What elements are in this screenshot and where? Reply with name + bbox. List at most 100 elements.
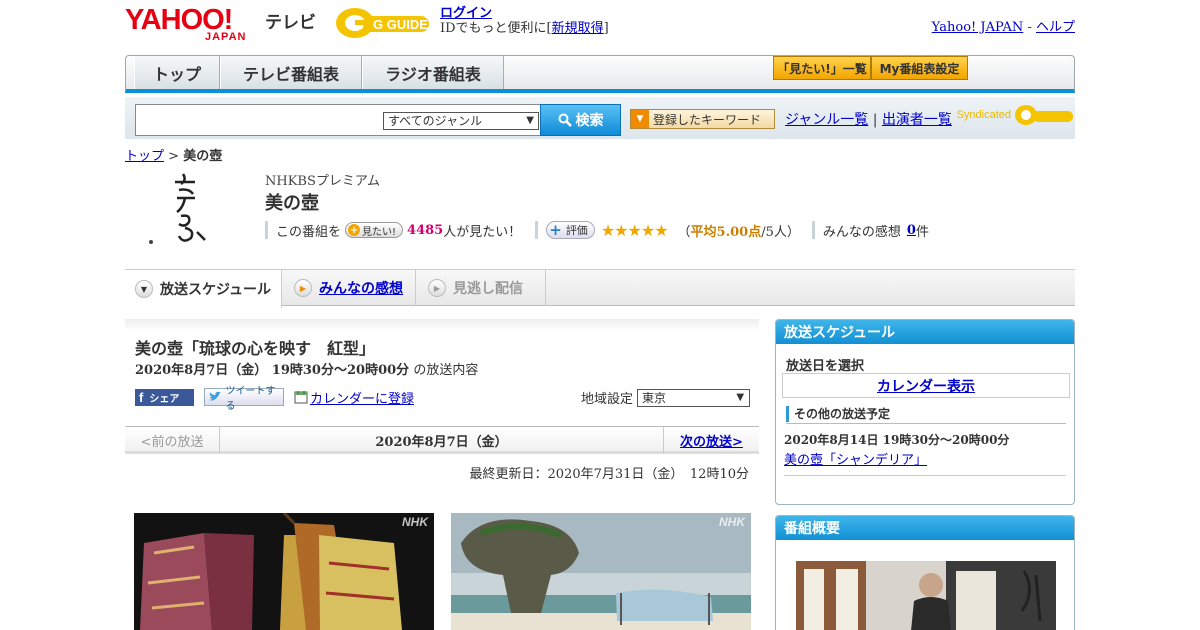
genre-select-value: すべてのジャンル — [388, 114, 483, 128]
twitter-bird-icon — [208, 391, 222, 401]
keyword-button[interactable]: ▼ 登録したキーワード — [630, 109, 775, 129]
syndicated-logo: Syndicated — [957, 103, 1075, 127]
episode-photo-kimono: NHK — [134, 513, 434, 630]
divider — [784, 475, 1066, 476]
tab-top[interactable]: トップ — [134, 56, 220, 89]
search-bar: すべてのジャンル ▼ 検索 ▼ 登録したキーワード ジャンル一覧 | 出演者一覧… — [125, 97, 1075, 139]
region-select-value: 東京 — [642, 390, 667, 405]
program-stats: この番組を + 見たい! 4485 人が見たい！ + 評価 ★★★★★ （平均5.0… — [265, 220, 929, 240]
tab-radio-schedule[interactable]: ラジオ番組表 — [362, 56, 504, 89]
kimono-photo-image — [134, 513, 434, 630]
genre-list-link[interactable]: ジャンル一覧 — [785, 112, 868, 128]
tab-tv-schedule[interactable]: テレビ番組表 — [220, 56, 362, 89]
program-summary-photo — [796, 561, 1056, 630]
tweet-label: ツイートする — [225, 386, 276, 412]
tab-catchup-label: 見逃し配信 — [453, 281, 523, 297]
rate-button[interactable]: + 評価 — [546, 221, 595, 239]
chevron-right-icon: ▶ — [428, 279, 446, 297]
impressions-label: みんなの感想 — [822, 224, 901, 240]
gguide-mini-logo-icon — [1015, 105, 1073, 125]
share-buttons: f シェア ツイートする カレンダーに登録 — [135, 386, 414, 412]
mitai-button-label: 見たい! — [362, 226, 397, 238]
coast-photo-image — [451, 513, 751, 630]
other-broadcast-datetime: 2020年8月14日 19時30分～20時00分 — [784, 433, 1010, 447]
sidebar-summary-header: 番組概要 — [776, 516, 1074, 540]
calendar-register-link[interactable]: カレンダーに登録 — [294, 388, 414, 407]
facebook-share-button[interactable]: f シェア — [135, 388, 194, 406]
impressions-count-link[interactable]: 0 — [907, 223, 916, 238]
current-broadcast-date: 2020年8月7日（金） — [375, 435, 508, 450]
gguide-logo[interactable]: G GUIDE — [333, 6, 433, 40]
mitai-button[interactable]: + 見たい! — [345, 222, 404, 238]
region-select[interactable]: 東京 ▼ — [637, 388, 751, 407]
tab-catchup: ▶ 見逃し配信 — [416, 270, 546, 306]
episode-datetime-value: 2020年8月7日（金） 19時30分～20時00分 — [135, 363, 410, 378]
top-links-separator: - — [1027, 20, 1032, 35]
page: YAHOO! JAPAN テレビ G GUIDE ログイン IDでもっと便利に[… — [125, 0, 1075, 630]
avg-open: （ — [677, 224, 691, 240]
yahoo-logo[interactable]: YAHOO! JAPAN — [125, 5, 260, 43]
other-broadcasts-label: その他の放送予定 — [794, 407, 891, 421]
mitai-suffix: 人が見たい！ — [443, 224, 522, 240]
login-link[interactable]: ログイン — [440, 6, 492, 21]
gguide-logo-icon: G GUIDE — [336, 8, 429, 38]
tab-impressions[interactable]: ▶ みんなの感想 — [282, 270, 416, 306]
triangle-down-icon: ▼ — [631, 110, 649, 128]
episode-datetime-suffix: の放送内容 — [413, 363, 479, 378]
tweet-button[interactable]: ツイートする — [204, 386, 284, 412]
calendar-icon — [294, 391, 308, 404]
stats-prefix: この番組を — [276, 224, 342, 240]
select-date-label: 放送日を選択 — [786, 359, 865, 374]
sidebar-schedule-header: 放送スケジュール — [776, 320, 1074, 344]
last-updated: 最終更新日：2020年7月31日（金） 12時10分 — [469, 467, 749, 482]
tab-impressions-label: みんなの感想 — [319, 281, 403, 297]
next-broadcast-link[interactable]: 次の放送> — [663, 427, 759, 454]
region-label: 地域設定 — [581, 392, 634, 407]
yahoo-japan-link[interactable]: Yahoo! JAPAN — [932, 20, 1024, 35]
signup-link[interactable]: 新規取得 — [552, 21, 604, 36]
search-links: ジャンル一覧 | 出演者一覧 — [785, 109, 952, 129]
channel-name: NHKBSプレミアム — [265, 174, 380, 189]
top-links: Yahoo! JAPAN - ヘルプ — [932, 16, 1075, 35]
search-button[interactable]: 検索 — [540, 104, 621, 136]
mitai-list-button[interactable]: 「見たい!」一覧 — [773, 56, 871, 80]
gguide-logo-text: G GUIDE — [373, 17, 428, 32]
sidebar-summary: 番組概要 — [775, 515, 1075, 630]
program-logo — [139, 168, 219, 248]
rating-count: /5人） — [761, 224, 800, 240]
breadcrumb-current: 美の壺 — [183, 149, 223, 164]
dropdown-arrow-icon: ▼ — [526, 115, 534, 126]
tab-broadcast-schedule-label: 放送スケジュール — [160, 282, 272, 298]
rate-button-label: 評価 — [565, 224, 588, 237]
impressions-unit: 件 — [915, 224, 929, 240]
chevron-down-icon: ▼ — [135, 280, 153, 298]
yahoo-logo-sub: JAPAN — [205, 31, 247, 43]
search-icon — [558, 113, 572, 127]
facebook-share-label: シェア — [149, 393, 180, 405]
calendar-display-button[interactable]: カレンダー表示 — [782, 373, 1070, 398]
tab-broadcast-schedule[interactable]: ▼ 放送スケジュール — [125, 270, 282, 308]
search-links-separator: | — [872, 112, 878, 128]
episode-datetime: 2020年8月7日（金） 19時30分～20時00分 の放送内容 — [135, 359, 478, 378]
divider — [265, 221, 268, 239]
main-nav: トップ テレビ番組表 ラジオ番組表 「見たい!」一覧 My番組表設定 — [125, 55, 1075, 93]
service-name: テレビ — [265, 13, 316, 33]
my-schedule-button[interactable]: My番組表設定 — [871, 56, 968, 80]
divider — [811, 221, 815, 239]
genre-select[interactable]: すべてのジャンル ▼ — [383, 112, 539, 130]
region-setting: 地域設定 東京 ▼ — [581, 388, 751, 407]
login-desc: IDでもっと便利に[ — [440, 21, 552, 36]
calendar-register-label: カレンダーに登録 — [310, 391, 415, 407]
rating-stars: ★★★★★ — [600, 220, 669, 240]
breadcrumb-top-link[interactable]: トップ — [125, 149, 164, 164]
summary-photo-image — [796, 561, 1056, 630]
plus-icon: + — [348, 224, 361, 236]
other-broadcasts-header: その他の放送予定 — [786, 404, 1066, 424]
help-link[interactable]: ヘルプ — [1036, 20, 1075, 35]
keyword-button-label: 登録したキーワード — [653, 112, 762, 127]
other-broadcast-link[interactable]: 美の壺「シャンデリア」 — [784, 449, 927, 468]
program-title: 美の壺 — [265, 193, 319, 214]
program-calligraphy-icon — [149, 173, 206, 244]
performers-link[interactable]: 出演者一覧 — [882, 112, 952, 128]
chevron-right-icon: ▶ — [294, 279, 312, 297]
